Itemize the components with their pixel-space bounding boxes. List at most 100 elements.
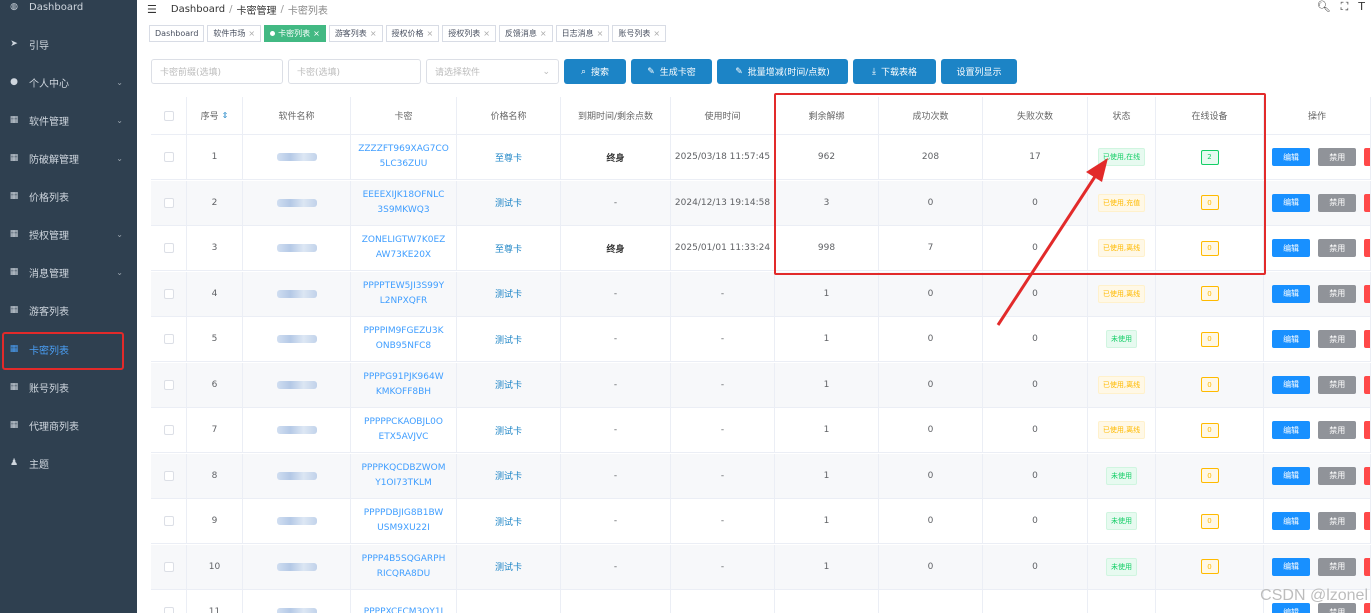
software-select[interactable]: 请选择软件 ⌄ bbox=[426, 59, 559, 84]
tag-item[interactable]: Dashboard bbox=[149, 24, 205, 42]
card-key[interactable]: ZONELIGTW7K0EZ AW73KE20X bbox=[362, 233, 446, 263]
sidebar-item[interactable]: ▦ 防破解管理 ⌄ bbox=[0, 139, 137, 177]
card-prefix-input[interactable]: 卡密前缀(选填) bbox=[151, 59, 283, 84]
sidebar-item[interactable]: ▦ 软件管理 ⌄ bbox=[0, 101, 137, 139]
ban-button[interactable]: 禁用 bbox=[1318, 284, 1357, 303]
delete-button[interactable] bbox=[1364, 557, 1370, 576]
breadcrumb-item-dashboard[interactable]: Dashboard bbox=[171, 4, 225, 15]
row-checkbox[interactable] bbox=[163, 470, 174, 481]
ban-button[interactable]: 禁用 bbox=[1318, 421, 1357, 439]
ban-button[interactable]: 禁用 bbox=[1318, 512, 1357, 530]
font-size-icon[interactable]: T bbox=[1358, 0, 1365, 14]
close-icon[interactable]: × bbox=[540, 29, 547, 38]
delete-button[interactable] bbox=[1364, 284, 1370, 303]
card-key[interactable]: ZZZZFT969XAG7CO 5LC36ZUU bbox=[358, 142, 449, 172]
search-icon[interactable]: 🔍︎ bbox=[1317, 0, 1331, 14]
ban-button[interactable]: 禁用 bbox=[1318, 375, 1357, 394]
ban-button[interactable]: 禁用 bbox=[1318, 239, 1357, 257]
card-key-line: RICQRA8DU bbox=[376, 568, 431, 579]
card-key[interactable]: PPPPKQCDBZWOM Y1OI73TKLM bbox=[362, 461, 446, 491]
sidebar-item[interactable]: ● 个人中心 ⌄ bbox=[0, 63, 137, 101]
card-key[interactable]: PPPPG91PJK964W KMKOFF8BH bbox=[363, 370, 443, 400]
edit-button[interactable]: 编辑 bbox=[1272, 193, 1311, 212]
sidebar-item[interactable]: ▦ 消息管理 ⌄ bbox=[0, 253, 137, 291]
download-table-button[interactable]: ⤓ 下载表格 bbox=[853, 59, 936, 84]
row-checkbox[interactable] bbox=[163, 197, 174, 208]
tag-item[interactable]: 账号列表 × bbox=[612, 24, 667, 42]
row-checkbox[interactable] bbox=[163, 243, 174, 253]
edit-button[interactable]: 编辑 bbox=[1272, 239, 1311, 257]
search-button[interactable]: ⌕ 搜索 bbox=[564, 59, 626, 84]
batch-adjust-button[interactable]: ✎ 批量增减(时间/点数) bbox=[717, 59, 848, 84]
tag-item[interactable]: 日志消息 × bbox=[555, 24, 610, 42]
column-settings-button[interactable]: 设置列显示 bbox=[941, 59, 1017, 84]
delete-button[interactable] bbox=[1364, 148, 1370, 166]
delete-button[interactable] bbox=[1364, 239, 1370, 257]
select-all-checkbox[interactable] bbox=[163, 110, 174, 121]
tag-item[interactable]: 游客列表 × bbox=[328, 24, 383, 42]
ban-button[interactable]: 禁用 bbox=[1318, 330, 1357, 348]
delete-button[interactable] bbox=[1364, 375, 1370, 394]
edit-button[interactable]: 编辑 bbox=[1272, 557, 1311, 576]
chevron-down-icon: ⌄ bbox=[116, 267, 123, 277]
row-checkbox[interactable] bbox=[163, 334, 174, 344]
breadcrumb-item-card-manage[interactable]: 卡密管理 bbox=[237, 2, 277, 17]
close-icon[interactable]: × bbox=[248, 29, 255, 38]
edit-button[interactable]: 编辑 bbox=[1272, 284, 1311, 303]
tag-item[interactable]: 反馈消息 × bbox=[498, 24, 553, 42]
card-key[interactable]: PPPPDBJIG8B1BW USM9XU22I bbox=[364, 506, 443, 536]
sidebar-item[interactable]: ➤ 引导 bbox=[0, 25, 137, 63]
fullscreen-icon[interactable]: ⛶ bbox=[1341, 0, 1349, 14]
card-key[interactable]: PPPP4B5SQGARPH RICQRA8DU bbox=[362, 552, 446, 582]
sidebar-item[interactable]: ♟ 主题 bbox=[0, 444, 137, 482]
card-key[interactable]: PPPPTEW5JI3S99Y L2NPXQFR bbox=[363, 279, 444, 309]
software-cell bbox=[243, 453, 351, 498]
card-key[interactable]: PPPPIM9FGEZU3K ONB95NFC8 bbox=[363, 324, 443, 354]
row-checkbox[interactable] bbox=[163, 152, 174, 162]
close-icon[interactable]: × bbox=[483, 29, 490, 38]
close-icon[interactable]: × bbox=[313, 29, 320, 38]
tag-item[interactable]: 授权价格 × bbox=[385, 24, 440, 42]
sort-icon[interactable]: ⇕ bbox=[222, 111, 229, 120]
edit-button[interactable]: 编辑 bbox=[1272, 148, 1311, 166]
row-checkbox[interactable] bbox=[163, 288, 174, 299]
edit-button[interactable]: 编辑 bbox=[1272, 512, 1311, 530]
generate-card-button[interactable]: ✎ 生成卡密 bbox=[631, 59, 712, 84]
edit-button[interactable]: 编辑 bbox=[1272, 466, 1311, 485]
delete-button[interactable] bbox=[1364, 193, 1370, 212]
sidebar-item[interactable]: ▦ 授权管理 ⌄ bbox=[0, 215, 137, 253]
card-key[interactable]: EEEEXIJK18OFNLC 3S9MKWQ3 bbox=[363, 188, 445, 218]
sidebar-item[interactable]: ▦ 代理商列表 bbox=[0, 406, 137, 444]
row-checkbox[interactable] bbox=[163, 607, 174, 613]
close-icon[interactable]: × bbox=[427, 29, 434, 38]
sidebar-item[interactable]: ▦ 价格列表 bbox=[0, 177, 137, 215]
edit-button[interactable]: 编辑 bbox=[1272, 330, 1311, 348]
delete-button[interactable] bbox=[1364, 330, 1370, 348]
row-checkbox[interactable] bbox=[163, 425, 174, 435]
delete-button[interactable] bbox=[1364, 421, 1370, 439]
tag-item[interactable]: 卡密列表 × bbox=[264, 24, 326, 42]
delete-button[interactable] bbox=[1364, 512, 1370, 530]
edit-button[interactable]: 编辑 bbox=[1272, 375, 1311, 394]
close-icon[interactable]: × bbox=[370, 29, 377, 38]
card-key[interactable]: PPPPXCFCM3QY1J bbox=[364, 605, 443, 613]
row-checkbox[interactable] bbox=[163, 379, 174, 390]
tag-item[interactable]: 软件市场 × bbox=[207, 24, 262, 42]
delete-button[interactable] bbox=[1364, 466, 1370, 485]
card-input[interactable]: 卡密(选填) bbox=[288, 59, 421, 84]
ban-button[interactable]: 禁用 bbox=[1318, 193, 1357, 212]
ban-button[interactable]: 禁用 bbox=[1318, 557, 1357, 576]
tag-item[interactable]: 授权列表 × bbox=[442, 24, 496, 42]
sidebar-item[interactable]: ▦ 账号列表 bbox=[0, 368, 137, 406]
card-key[interactable]: PPPPPCKAOBJL0O ETX5AVJVC bbox=[364, 415, 443, 445]
close-icon[interactable]: × bbox=[653, 29, 660, 38]
sidebar-item[interactable]: ▦ 游客列表 bbox=[0, 291, 137, 329]
edit-button[interactable]: 编辑 bbox=[1272, 421, 1311, 439]
ban-button[interactable]: 禁用 bbox=[1318, 466, 1357, 485]
sidebar-item[interactable]: ◍ Dashboard bbox=[0, 0, 137, 26]
close-icon[interactable]: × bbox=[597, 29, 604, 38]
hamburger-icon[interactable]: ☰ bbox=[147, 3, 157, 16]
row-checkbox[interactable] bbox=[163, 516, 174, 526]
ban-button[interactable]: 禁用 bbox=[1318, 148, 1357, 166]
row-checkbox[interactable] bbox=[163, 561, 174, 572]
